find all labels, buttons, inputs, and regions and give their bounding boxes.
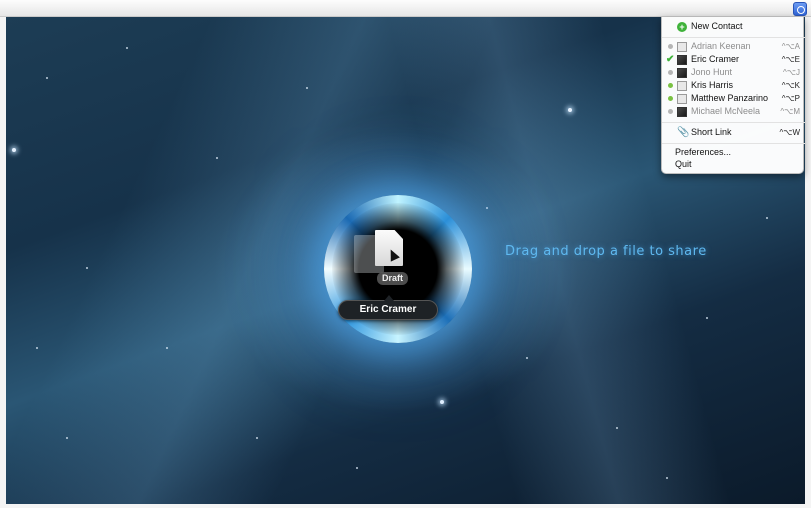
file-label: Draft	[377, 272, 409, 285]
menu-separator	[662, 122, 805, 123]
avatar-icon	[677, 42, 687, 52]
avatar-icon	[677, 81, 687, 91]
menu-separator	[662, 143, 805, 144]
menu-item-label: Quit	[675, 159, 692, 169]
menu-item-shortcut: ^⌥W	[779, 128, 800, 137]
menu-separator	[662, 37, 805, 38]
plus-icon: +	[677, 22, 687, 32]
contact-name: Michael McNeela	[691, 106, 761, 116]
contact-shortcut: ^⌥J	[783, 68, 800, 77]
screen: Draft Eric Cramer Drag and drop a file t…	[0, 0, 811, 508]
menu-item-contact[interactable]: ✔ Eric Cramer ^⌥E	[662, 53, 805, 66]
contact-shortcut: ^⌥M	[780, 107, 800, 116]
paperclip-icon: 📎	[677, 127, 690, 138]
menu-item-new-contact[interactable]: + New Contact	[662, 20, 805, 33]
drop-hint: Drag and drop a file to share	[505, 244, 707, 259]
avatar-icon	[677, 94, 687, 104]
avatar-icon	[677, 55, 687, 65]
target-contact-label: Eric Cramer	[338, 295, 438, 320]
menu-item-contact[interactable]: Jono Hunt ^⌥J	[662, 66, 805, 79]
status-dot-icon	[668, 70, 673, 75]
menu-item-label: New Contact	[691, 21, 743, 31]
app-status-icon[interactable]	[793, 2, 807, 16]
menu-item-contact[interactable]: Kris Harris ^⌥K	[662, 79, 805, 92]
file-icon[interactable]	[375, 230, 403, 266]
vortex-graphic	[324, 195, 472, 343]
menu-item-contact[interactable]: Matthew Panzarino ^⌥P	[662, 92, 805, 105]
contact-shortcut: ^⌥A	[781, 42, 800, 51]
status-dot-icon	[668, 83, 673, 88]
contact-shortcut: ^⌥E	[781, 55, 800, 64]
status-dot-icon	[668, 109, 673, 114]
contact-name: Eric Cramer	[691, 54, 740, 64]
checkmark-icon: ✔	[666, 54, 675, 65]
menu-item-label: Short Link	[691, 127, 732, 137]
contact-shortcut: ^⌥P	[781, 94, 800, 103]
menu-item-contact[interactable]: Michael McNeela ^⌥M	[662, 105, 805, 118]
contact-name: Jono Hunt	[691, 67, 733, 77]
menu-item-quit[interactable]: Quit	[662, 158, 805, 171]
menu-item-short-link[interactable]: 📎 Short Link ^⌥W	[662, 126, 805, 139]
contact-name: Adrian Keenan	[691, 41, 751, 51]
menu-item-contact[interactable]: Adrian Keenan ^⌥A	[662, 40, 805, 53]
status-menu: + New Contact Adrian Keenan ^⌥A ✔ Eric Cram…	[661, 17, 805, 174]
contact-name: Kris Harris	[691, 80, 733, 90]
status-dot-icon	[668, 44, 673, 49]
avatar-icon	[677, 107, 687, 117]
contact-shortcut: ^⌥K	[781, 81, 800, 90]
status-dot-icon	[668, 96, 673, 101]
contact-name: Matthew Panzarino	[691, 93, 769, 103]
menu-bar	[0, 0, 811, 17]
avatar-icon	[677, 68, 687, 78]
